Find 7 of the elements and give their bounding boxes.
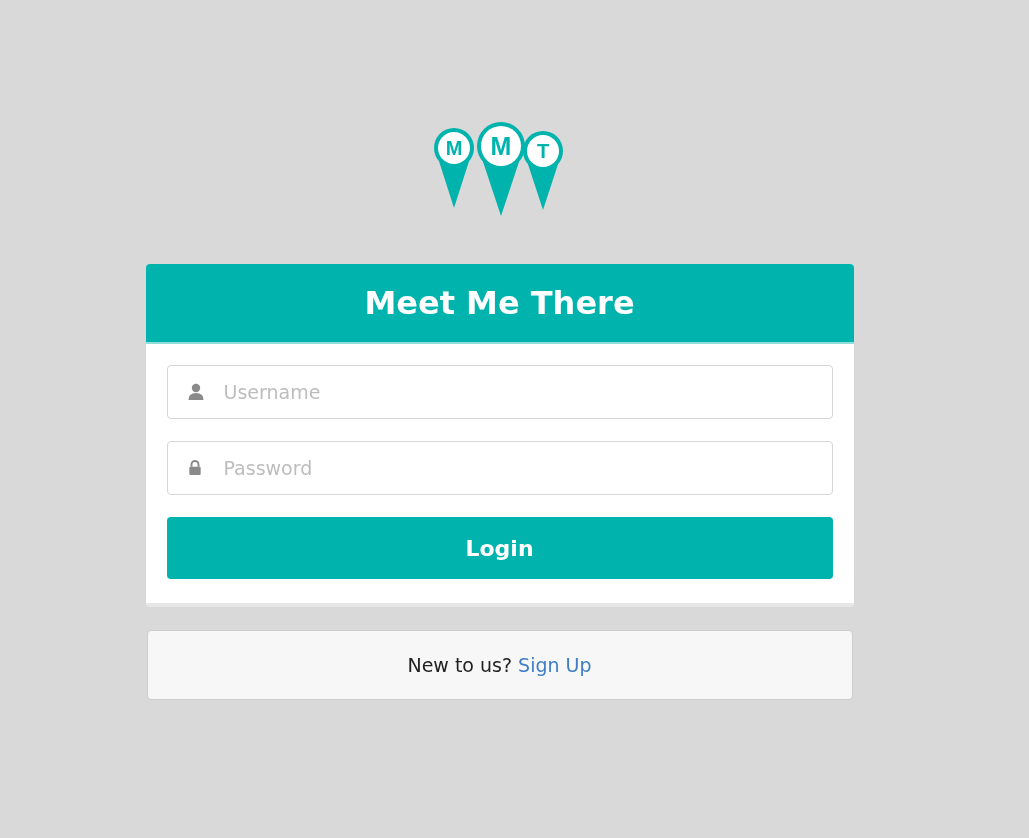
input-field[interactable]: Username: [166, 365, 833, 419]
input-field[interactable]: Password: [166, 441, 833, 495]
app-title: Meet Me There: [364, 284, 635, 322]
login-button[interactable]: Login: [166, 517, 833, 579]
sign-up-link[interactable]: Sign Up: [518, 654, 592, 676]
logo-drawing: M M T: [430, 118, 569, 218]
signup-prompt: New to us? Sign Up: [407, 654, 592, 676]
